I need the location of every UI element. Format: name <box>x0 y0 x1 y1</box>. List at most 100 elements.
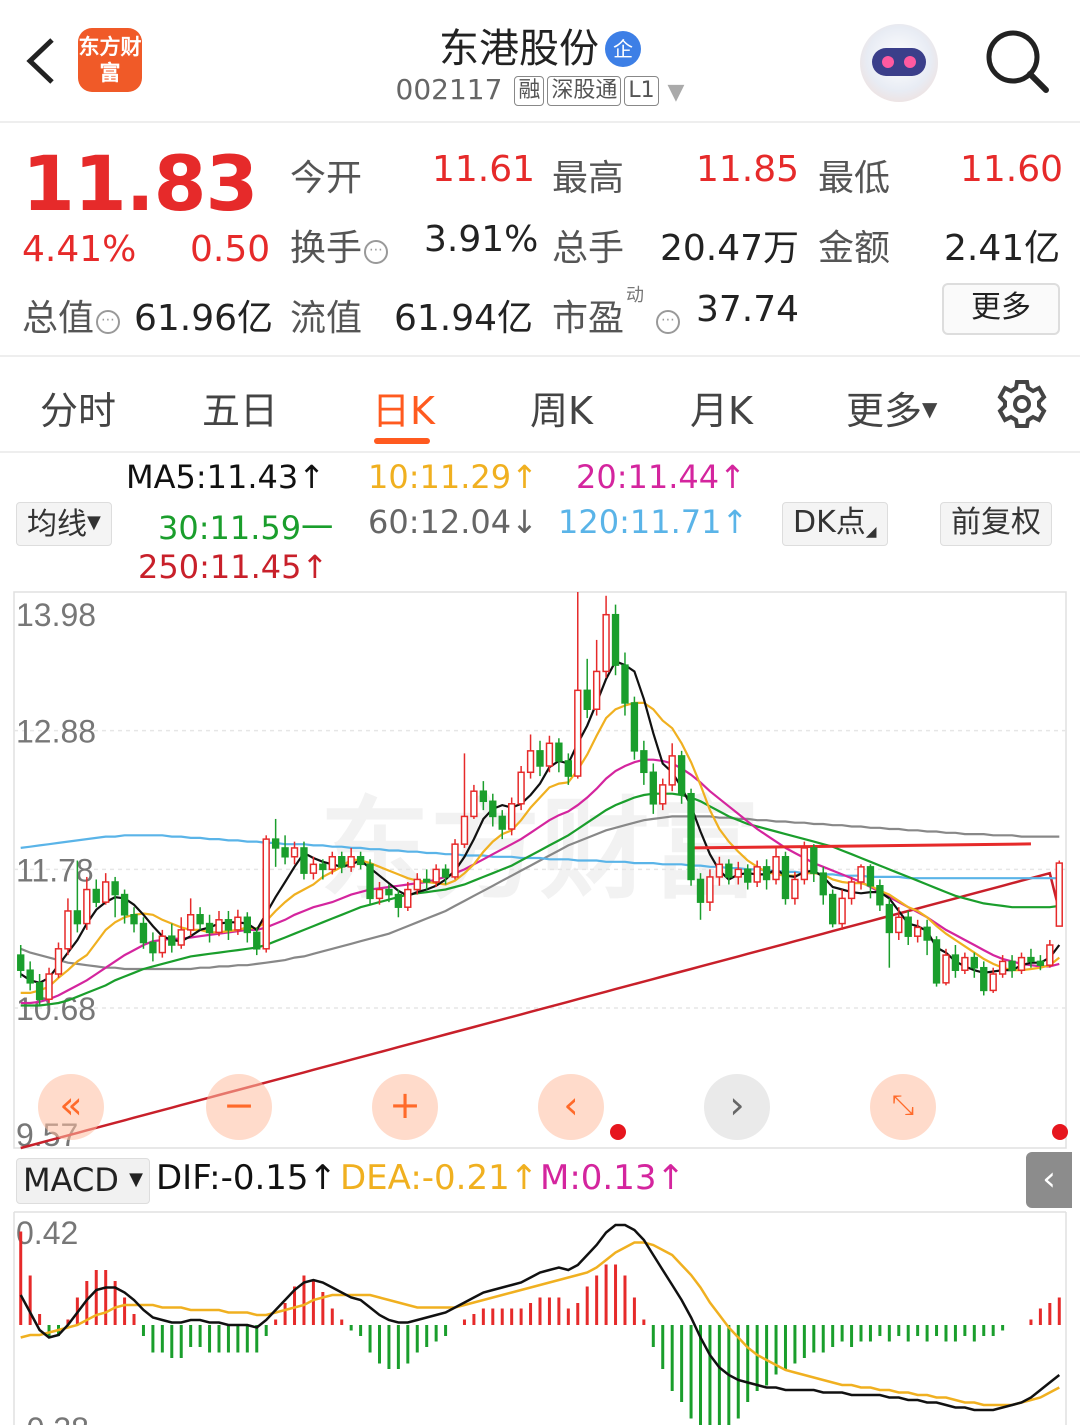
candle <box>800 847 809 881</box>
chevron-down-icon[interactable]: ▼ <box>668 80 685 105</box>
candle <box>498 815 506 830</box>
candle <box>970 956 978 969</box>
candle <box>234 916 242 931</box>
turnover-value: 3.91% <box>424 219 539 260</box>
candle <box>17 954 25 971</box>
candle <box>432 868 440 883</box>
candle <box>876 885 884 906</box>
candle <box>998 960 1007 975</box>
candle <box>659 784 667 805</box>
y-tick-label: 11.78 <box>16 852 94 888</box>
candle <box>583 689 591 711</box>
y-tick-label: -0.38 <box>16 1411 89 1425</box>
dif-legend: DIF:-0.15↑ <box>156 1158 338 1198</box>
candle <box>847 881 856 900</box>
info-icon[interactable]: ⋯ <box>364 240 389 264</box>
macd-chart[interactable]: 0.42 -0.38 <box>0 1208 1080 1425</box>
zoom-out-button[interactable]: − <box>206 1074 272 1140</box>
candle <box>375 888 384 900</box>
event-marker[interactable] <box>1052 1124 1068 1140</box>
more-quote-button[interactable]: 更多 <box>942 283 1060 335</box>
candle <box>819 872 827 896</box>
market-cap-label[interactable]: 总值 ⋯ <box>22 289 121 341</box>
candle <box>253 931 261 950</box>
candle <box>1027 956 1035 963</box>
tab-monthly-k[interactable]: 月K <box>690 380 753 435</box>
ma250-legend: 250:11.45↑ <box>138 548 329 586</box>
rewind-button[interactable]: « <box>38 1074 104 1140</box>
high-value: 11.85 <box>696 149 800 190</box>
candle <box>385 888 393 896</box>
candle <box>602 613 610 673</box>
candle <box>574 689 582 777</box>
candle <box>64 910 72 950</box>
candle <box>470 790 478 818</box>
candle <box>196 914 204 925</box>
turnover-label[interactable]: 换手 ⋯ <box>290 219 389 271</box>
caret-down-icon: ▼ <box>922 397 938 421</box>
candle <box>989 973 997 992</box>
ma-selector[interactable]: 均线▼ <box>16 502 112 546</box>
collapse-panel-button[interactable]: ‹ <box>1026 1152 1072 1208</box>
float-cap-value: 61.94亿 <box>394 298 534 339</box>
candle <box>1017 956 1026 971</box>
active-tab-indicator <box>374 438 430 444</box>
event-marker[interactable] <box>610 1124 626 1140</box>
kline-chart[interactable]: 东方财富13.9812.8811.7810.689.57 <box>0 588 1080 1150</box>
amount-label: 金额 <box>818 228 891 269</box>
caret-down-icon: ▼ <box>129 1169 143 1190</box>
candle <box>243 916 251 934</box>
tab-more[interactable]: 更多▼ <box>846 380 937 435</box>
low-value: 11.60 <box>960 149 1064 190</box>
prev-button[interactable]: ‹ <box>538 1074 604 1140</box>
candle <box>347 856 355 868</box>
change-percent: 4.41% <box>22 229 137 270</box>
tab-weekly-k[interactable]: 周K <box>530 380 593 435</box>
tab-five-day[interactable]: 五日 <box>202 380 278 435</box>
tab-daily-k[interactable]: 日K <box>372 380 435 435</box>
candle <box>640 750 648 774</box>
dk-point-button[interactable]: DK点◢ <box>782 502 888 546</box>
candle <box>281 847 289 858</box>
candle <box>130 914 138 925</box>
tab-intraday[interactable]: 分时 <box>40 380 116 435</box>
candle <box>92 888 100 903</box>
gear-icon[interactable] <box>996 378 1048 430</box>
candle <box>895 916 903 934</box>
candle <box>913 926 922 937</box>
fullscreen-button[interactable]: ⤡ <box>870 1074 936 1140</box>
candle <box>923 926 931 941</box>
candle <box>338 856 346 868</box>
next-button[interactable]: › <box>704 1074 770 1140</box>
search-icon[interactable] <box>982 26 1052 96</box>
adjust-price-button[interactable]: 前复权 <box>940 502 1052 546</box>
candle <box>980 966 988 992</box>
info-icon[interactable]: ⋯ <box>96 310 121 334</box>
pe-label[interactable]: 市盈 ⋯ <box>552 289 681 341</box>
volume-label: 总手 <box>552 228 625 269</box>
indicator-selector[interactable]: MACD ▼ <box>16 1158 150 1204</box>
candle <box>744 868 752 883</box>
ma30-legend: 30:11.59一 <box>158 509 334 547</box>
zoom-in-button[interactable]: + <box>372 1074 438 1140</box>
tag-connect: 深股通 <box>547 76 622 106</box>
top-bar: 东方财富 东港股份企 002117 融深股通 L1 ▼ <box>0 0 1080 123</box>
candle <box>394 893 403 908</box>
period-tabs: 分时 五日 日K 周K 月K 更多▼ <box>0 358 1080 453</box>
candle <box>319 863 327 871</box>
candle <box>102 881 110 903</box>
assistant-robot-icon[interactable] <box>860 24 938 102</box>
candle <box>545 742 554 767</box>
info-icon[interactable]: ⋯ <box>656 310 681 334</box>
caret-down-icon: ▼ <box>87 512 101 533</box>
candle <box>753 866 761 883</box>
candle <box>536 750 544 767</box>
market-cap-value: 61.96亿 <box>134 298 274 339</box>
candle <box>158 935 167 954</box>
candle <box>942 954 950 984</box>
candle <box>271 838 280 849</box>
candle <box>139 922 148 944</box>
candle <box>186 914 195 931</box>
candle <box>423 878 431 883</box>
candle <box>781 856 790 900</box>
